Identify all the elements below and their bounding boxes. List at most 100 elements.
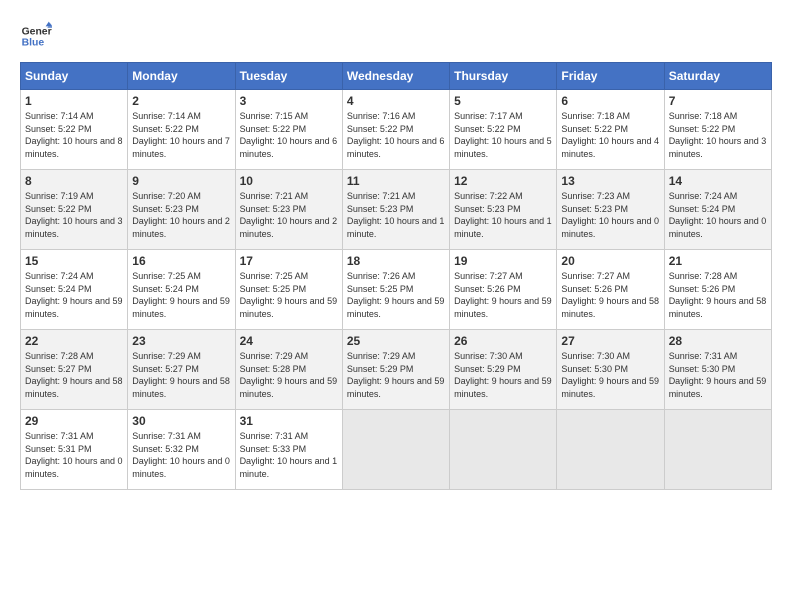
day-number: 31 [240, 414, 338, 428]
calendar-day: 10 Sunrise: 7:21 AMSunset: 5:23 PMDayligh… [235, 170, 342, 250]
day-header-monday: Monday [128, 63, 235, 90]
day-number: 18 [347, 254, 445, 268]
calendar-week-4: 22Sunrise: 7:28 AMSunset: 5:27 PMDayligh… [21, 330, 772, 410]
calendar-day: 3 Sunrise: 7:15 AMSunset: 5:22 PMDaylight… [235, 90, 342, 170]
day-number: 6 [561, 94, 659, 108]
calendar-day: 2 Sunrise: 7:14 AMSunset: 5:22 PMDaylight… [128, 90, 235, 170]
calendar-day: 23Sunrise: 7:29 AMSunset: 5:27 PMDayligh… [128, 330, 235, 410]
day-number: 4 [347, 94, 445, 108]
day-info: Sunrise: 7:31 AMSunset: 5:30 PMDaylight:… [669, 350, 767, 400]
day-info: Sunrise: 7:22 AMSunset: 5:23 PMDaylight:… [454, 190, 552, 240]
calendar-day: 7 Sunrise: 7:18 AMSunset: 5:22 PMDaylight… [664, 90, 771, 170]
calendar-day [342, 410, 449, 490]
day-info: Sunrise: 7:28 AMSunset: 5:26 PMDaylight:… [669, 270, 767, 320]
calendar-day: 18 Sunrise: 7:26 AMSunset: 5:25 PMDayligh… [342, 250, 449, 330]
day-number: 20 [561, 254, 659, 268]
day-info: Sunrise: 7:21 AMSunset: 5:23 PMDaylight:… [347, 190, 445, 240]
day-number: 9 [132, 174, 230, 188]
page-header: General Blue [20, 20, 772, 52]
day-info: Sunrise: 7:24 AMSunset: 5:24 PMDaylight:… [25, 270, 123, 320]
calendar-day: 4Sunrise: 7:16 AMSunset: 5:22 PMDaylight… [342, 90, 449, 170]
calendar-day: 21 Sunrise: 7:28 AMSunset: 5:26 PMDayligh… [664, 250, 771, 330]
calendar-day [557, 410, 664, 490]
day-number: 13 [561, 174, 659, 188]
day-info: Sunrise: 7:27 AMSunset: 5:26 PMDaylight:… [454, 270, 552, 320]
day-number: 30 [132, 414, 230, 428]
calendar-day: 15 Sunrise: 7:24 AMSunset: 5:24 PMDayligh… [21, 250, 128, 330]
day-info: Sunrise: 7:30 AMSunset: 5:30 PMDaylight:… [561, 350, 659, 400]
calendar-header-row: SundayMondayTuesdayWednesdayThursdayFrid… [21, 63, 772, 90]
day-number: 21 [669, 254, 767, 268]
calendar-day: 6 Sunrise: 7:18 AMSunset: 5:22 PMDaylight… [557, 90, 664, 170]
calendar-day: 30 Sunrise: 7:31 AMSunset: 5:32 PMDayligh… [128, 410, 235, 490]
calendar-week-3: 15 Sunrise: 7:24 AMSunset: 5:24 PMDayligh… [21, 250, 772, 330]
day-header-thursday: Thursday [450, 63, 557, 90]
calendar-day: 29 Sunrise: 7:31 AMSunset: 5:31 PMDayligh… [21, 410, 128, 490]
day-header-tuesday: Tuesday [235, 63, 342, 90]
day-number: 1 [25, 94, 123, 108]
calendar-day: 11 Sunrise: 7:21 AMSunset: 5:23 PMDayligh… [342, 170, 449, 250]
day-number: 25 [347, 334, 445, 348]
day-header-friday: Friday [557, 63, 664, 90]
day-number: 19 [454, 254, 552, 268]
calendar-day [450, 410, 557, 490]
day-info: Sunrise: 7:29 AMSunset: 5:27 PMDaylight:… [132, 350, 230, 400]
day-number: 15 [25, 254, 123, 268]
calendar-day: 26 Sunrise: 7:30 AMSunset: 5:29 PMDayligh… [450, 330, 557, 410]
day-info: Sunrise: 7:24 AMSunset: 5:24 PMDaylight:… [669, 190, 767, 240]
calendar-day: 22Sunrise: 7:28 AMSunset: 5:27 PMDayligh… [21, 330, 128, 410]
day-number: 2 [132, 94, 230, 108]
day-header-saturday: Saturday [664, 63, 771, 90]
calendar-day: 27 Sunrise: 7:30 AMSunset: 5:30 PMDayligh… [557, 330, 664, 410]
day-info: Sunrise: 7:20 AMSunset: 5:23 PMDaylight:… [132, 190, 230, 240]
calendar-day: 9 Sunrise: 7:20 AMSunset: 5:23 PMDaylight… [128, 170, 235, 250]
day-number: 7 [669, 94, 767, 108]
day-number: 5 [454, 94, 552, 108]
calendar-day: 28 Sunrise: 7:31 AMSunset: 5:30 PMDayligh… [664, 330, 771, 410]
day-info: Sunrise: 7:28 AMSunset: 5:27 PMDaylight:… [25, 350, 123, 400]
day-number: 29 [25, 414, 123, 428]
day-info: Sunrise: 7:26 AMSunset: 5:25 PMDaylight:… [347, 270, 445, 320]
day-info: Sunrise: 7:23 AMSunset: 5:23 PMDaylight:… [561, 190, 659, 240]
day-info: Sunrise: 7:14 AMSunset: 5:22 PMDaylight:… [132, 110, 230, 160]
calendar-day: 20 Sunrise: 7:27 AMSunset: 5:26 PMDayligh… [557, 250, 664, 330]
logo-icon: General Blue [20, 20, 52, 52]
day-info: Sunrise: 7:31 AMSunset: 5:33 PMDaylight:… [240, 430, 338, 480]
calendar-day: 1Sunrise: 7:14 AMSunset: 5:22 PMDaylight… [21, 90, 128, 170]
day-info: Sunrise: 7:18 AMSunset: 5:22 PMDaylight:… [561, 110, 659, 160]
day-number: 8 [25, 174, 123, 188]
day-info: Sunrise: 7:25 AMSunset: 5:24 PMDaylight:… [132, 270, 230, 320]
calendar-day: 16Sunrise: 7:25 AMSunset: 5:24 PMDayligh… [128, 250, 235, 330]
calendar-day [664, 410, 771, 490]
day-info: Sunrise: 7:17 AMSunset: 5:22 PMDaylight:… [454, 110, 552, 160]
day-info: Sunrise: 7:15 AMSunset: 5:22 PMDaylight:… [240, 110, 338, 160]
day-number: 17 [240, 254, 338, 268]
day-number: 27 [561, 334, 659, 348]
day-info: Sunrise: 7:30 AMSunset: 5:29 PMDaylight:… [454, 350, 552, 400]
calendar-table: SundayMondayTuesdayWednesdayThursdayFrid… [20, 62, 772, 490]
day-header-sunday: Sunday [21, 63, 128, 90]
day-number: 11 [347, 174, 445, 188]
calendar-day: 5 Sunrise: 7:17 AMSunset: 5:22 PMDaylight… [450, 90, 557, 170]
day-header-wednesday: Wednesday [342, 63, 449, 90]
day-number: 28 [669, 334, 767, 348]
day-info: Sunrise: 7:29 AMSunset: 5:29 PMDaylight:… [347, 350, 445, 400]
calendar-day: 19 Sunrise: 7:27 AMSunset: 5:26 PMDayligh… [450, 250, 557, 330]
day-info: Sunrise: 7:27 AMSunset: 5:26 PMDaylight:… [561, 270, 659, 320]
calendar-week-2: 8Sunrise: 7:19 AMSunset: 5:22 PMDaylight… [21, 170, 772, 250]
calendar-day: 8Sunrise: 7:19 AMSunset: 5:22 PMDaylight… [21, 170, 128, 250]
calendar-day: 12 Sunrise: 7:22 AMSunset: 5:23 PMDayligh… [450, 170, 557, 250]
day-number: 26 [454, 334, 552, 348]
day-number: 12 [454, 174, 552, 188]
day-number: 3 [240, 94, 338, 108]
day-number: 10 [240, 174, 338, 188]
calendar-day: 31 Sunrise: 7:31 AMSunset: 5:33 PMDayligh… [235, 410, 342, 490]
day-info: Sunrise: 7:21 AMSunset: 5:23 PMDaylight:… [240, 190, 338, 240]
day-number: 24 [240, 334, 338, 348]
day-info: Sunrise: 7:29 AMSunset: 5:28 PMDaylight:… [240, 350, 338, 400]
day-info: Sunrise: 7:31 AMSunset: 5:32 PMDaylight:… [132, 430, 230, 480]
day-info: Sunrise: 7:18 AMSunset: 5:22 PMDaylight:… [669, 110, 767, 160]
logo: General Blue [20, 20, 56, 52]
calendar-week-5: 29 Sunrise: 7:31 AMSunset: 5:31 PMDayligh… [21, 410, 772, 490]
day-info: Sunrise: 7:31 AMSunset: 5:31 PMDaylight:… [25, 430, 123, 480]
